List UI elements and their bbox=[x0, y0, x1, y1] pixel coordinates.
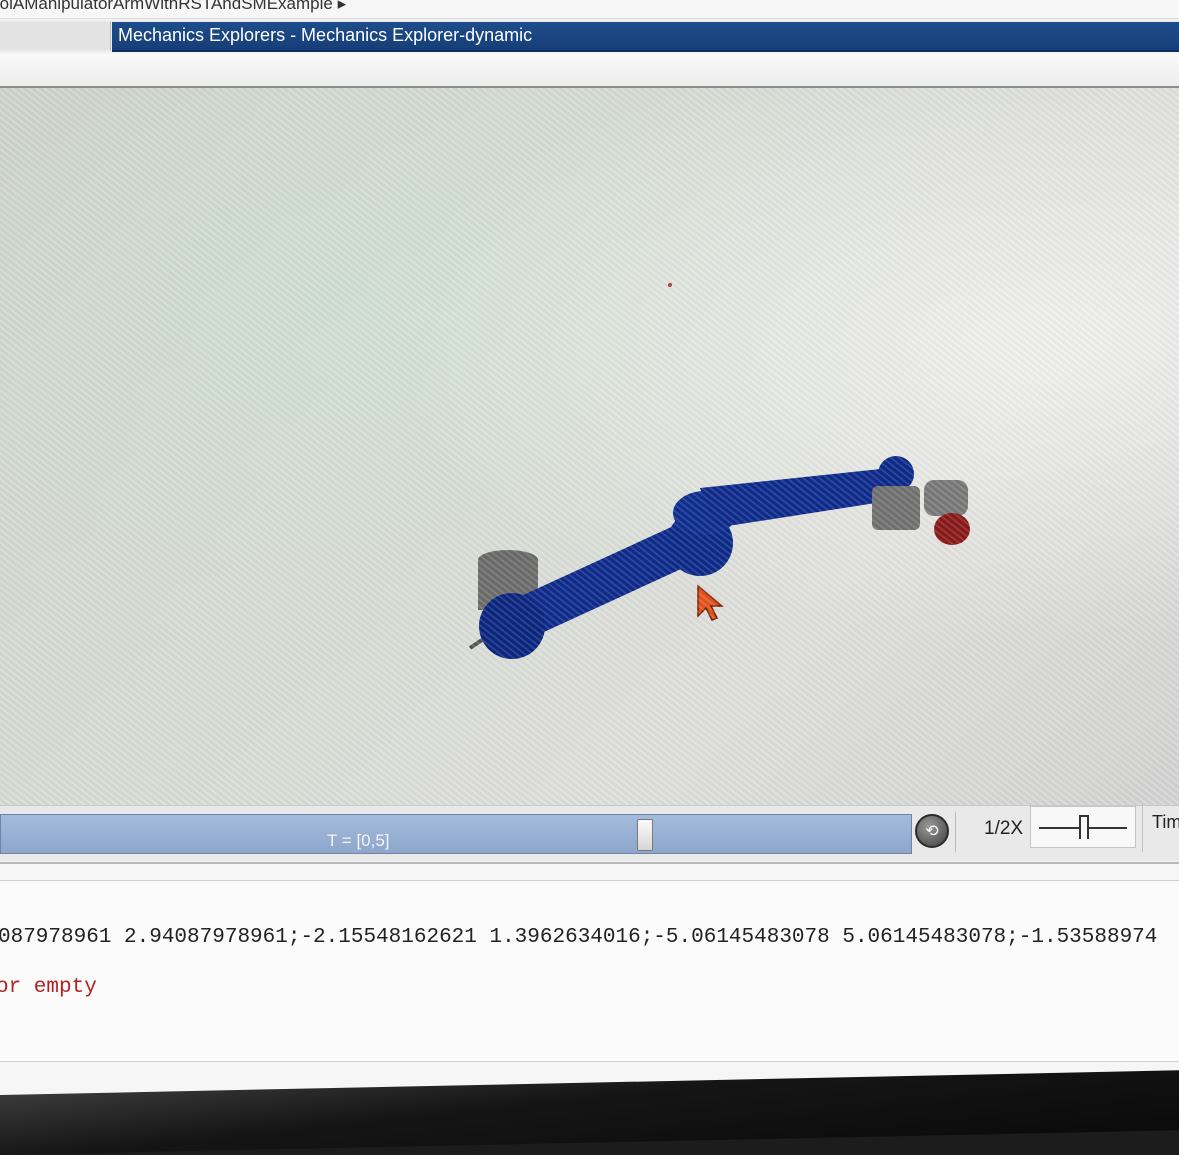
separator bbox=[1142, 806, 1143, 852]
loop-icon: ⟲ bbox=[925, 823, 939, 840]
wrist-block bbox=[872, 486, 920, 530]
screen: rolAManipulatorArmWithRSTAndSMExample ▸ … bbox=[0, 0, 1179, 1120]
title-left-pane bbox=[0, 22, 111, 50]
speed-slider[interactable] bbox=[1030, 806, 1136, 848]
upper-link bbox=[700, 468, 895, 528]
separator bbox=[955, 812, 956, 852]
speed-label: 1/2X bbox=[984, 818, 1024, 839]
timeline-handle[interactable] bbox=[637, 819, 653, 851]
shoulder-joint bbox=[479, 593, 545, 659]
speed-knob[interactable] bbox=[1079, 815, 1089, 839]
model-path-bar: rolAManipulatorArmWithRSTAndSMExample ▸ bbox=[0, 0, 1179, 19]
loop-button[interactable]: ⟲ bbox=[915, 814, 949, 848]
playback-bar: T = [0,5] ⟲ 1/2X Tim bbox=[0, 805, 1179, 861]
robot-arm[interactable] bbox=[0, 88, 1179, 810]
command-window-output bbox=[0, 880, 1179, 1062]
tool-flange bbox=[924, 480, 968, 516]
time-label: Tim bbox=[1152, 812, 1179, 832]
time-range-label: T = [0,5] bbox=[327, 831, 390, 850]
3d-viewport[interactable] bbox=[0, 88, 1179, 810]
console-output-line: 087978961 2.94087978961;-2.15548162621 1… bbox=[0, 926, 1158, 949]
end-effector bbox=[934, 513, 970, 545]
model-path-text: rolAManipulatorArmWithRSTAndSMExample ▸ bbox=[0, 0, 347, 13]
explorer-title-bar[interactable]: Mechanics Explorers - Mechanics Explorer… bbox=[112, 22, 1179, 52]
window-title: Mechanics Explorers - Mechanics Explorer… bbox=[118, 25, 533, 45]
toolbar-strip bbox=[0, 54, 1179, 88]
mouse-cursor bbox=[697, 584, 725, 621]
title-row: Mechanics Explorers - Mechanics Explorer… bbox=[0, 20, 1179, 52]
timeline-slider[interactable]: T = [0,5] bbox=[0, 814, 912, 854]
console-error-line: or empty bbox=[0, 976, 97, 999]
